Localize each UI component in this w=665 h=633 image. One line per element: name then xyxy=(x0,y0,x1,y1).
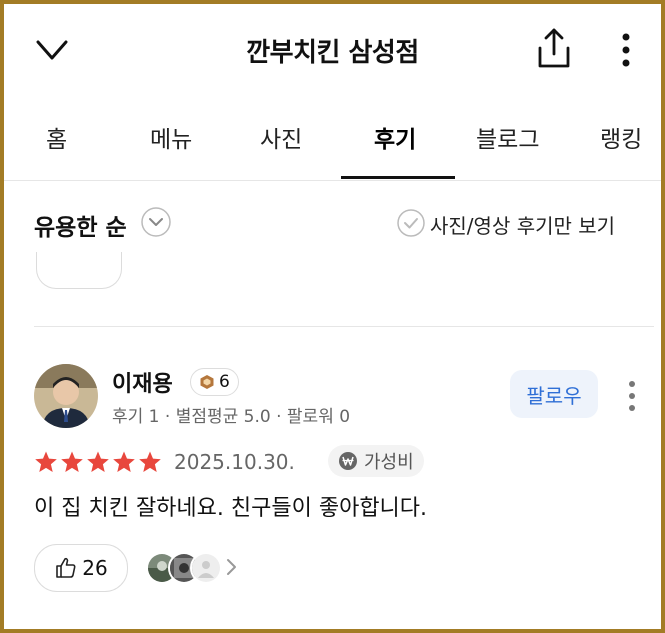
previous-review-like-button[interactable] xyxy=(36,252,122,289)
tab-menu[interactable]: 메뉴 xyxy=(150,120,192,154)
tab-blog[interactable]: 블로그 xyxy=(476,120,539,154)
more-vertical-icon[interactable] xyxy=(622,378,642,414)
reviewer-stats: 후기 1 · 별점평균 5.0 · 팔로워 0 xyxy=(112,407,351,427)
tab-bar: 홈 메뉴 사진 후기 블로그 랭킹 xyxy=(4,112,661,181)
liker-avatar xyxy=(190,552,222,584)
share-icon[interactable] xyxy=(534,26,574,70)
level-value: 6 xyxy=(219,372,230,392)
app-screen: 깐부치킨 삼성점 홈 메뉴 사진 후기 블로그 랭킹 유용한 순 사진/영상 후… xyxy=(4,4,661,629)
header: 깐부치킨 삼성점 xyxy=(4,4,661,96)
like-count: 26 xyxy=(82,556,108,580)
star-icon xyxy=(113,451,135,472)
avatar[interactable] xyxy=(34,364,98,428)
sort-bar: 유용한 순 사진/영상 후기만 보기 xyxy=(4,204,661,248)
chevron-down-icon[interactable] xyxy=(140,206,172,238)
sort-dropdown-label[interactable]: 유용한 순 xyxy=(34,208,127,242)
tab-reviews[interactable]: 후기 xyxy=(374,120,416,154)
tag-badge: 가성비 xyxy=(328,445,424,477)
review-text: 이 집 치킨 잘하네요. 친구들이 좋아합니다. xyxy=(34,496,428,521)
star-icon xyxy=(87,451,109,472)
star-icon xyxy=(35,451,57,472)
active-tab-indicator xyxy=(341,176,455,179)
follow-button[interactable]: 팔로우 xyxy=(510,370,598,418)
level-badge: 6 xyxy=(190,368,239,396)
star-icon xyxy=(139,451,161,472)
star-rating xyxy=(34,450,162,474)
tab-ranking[interactable]: 랭킹 xyxy=(600,120,642,154)
level-icon xyxy=(200,375,214,389)
more-vertical-icon[interactable] xyxy=(614,30,638,70)
media-only-filter-label[interactable]: 사진/영상 후기만 보기 xyxy=(430,210,615,239)
like-button[interactable]: 26 xyxy=(34,544,128,592)
chevron-right-icon xyxy=(227,559,236,575)
review-date: 2025.10.30. xyxy=(174,450,295,474)
thumbs-up-icon xyxy=(56,557,76,578)
won-icon xyxy=(339,452,357,470)
star-icon xyxy=(61,451,83,472)
reviewer-name[interactable]: 이재용 xyxy=(112,366,173,398)
tag-label: 가성비 xyxy=(364,452,414,473)
tab-photos[interactable]: 사진 xyxy=(260,120,302,154)
check-circle-icon[interactable] xyxy=(396,208,426,238)
divider xyxy=(34,326,654,327)
tab-home[interactable]: 홈 xyxy=(46,120,67,154)
likers-avatars[interactable] xyxy=(146,552,256,584)
